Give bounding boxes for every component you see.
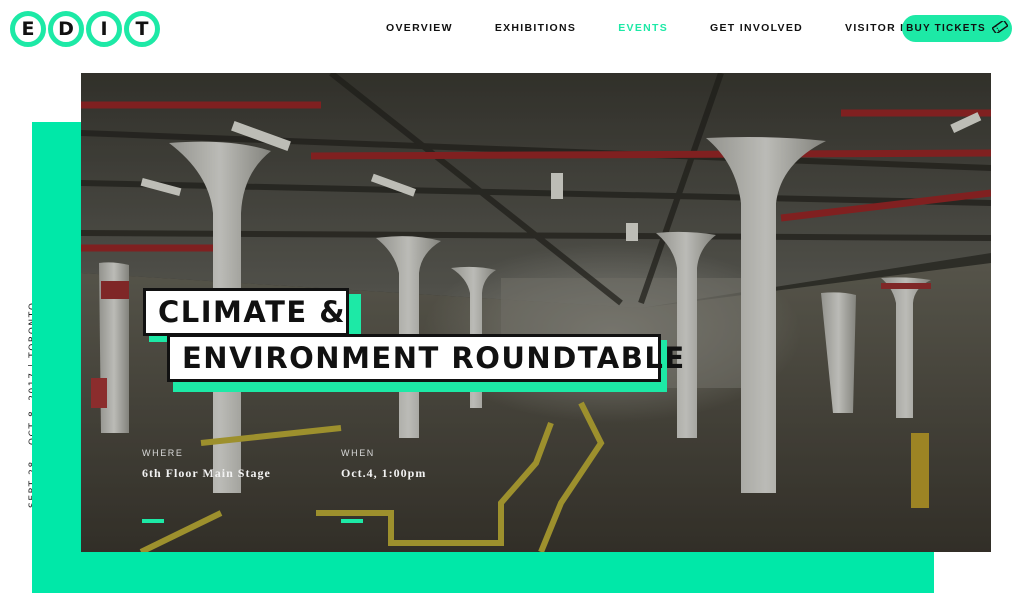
logo-letter-e: E xyxy=(10,11,46,47)
when-label: WHEN xyxy=(341,448,375,458)
where-accent-dash xyxy=(142,519,164,523)
main-nav: OVERVIEW EXHIBITIONS EVENTS GET INVOLVED… xyxy=(386,22,972,34)
edit-logo[interactable]: E D I T xyxy=(10,11,160,47)
logo-letter-i: I xyxy=(86,11,122,47)
where-label: WHERE xyxy=(142,448,184,458)
logo-letter-d: D xyxy=(48,11,84,47)
title-line-1: CLIMATE & xyxy=(143,288,349,336)
when-accent-dash xyxy=(341,519,363,523)
nav-item-overview[interactable]: OVERVIEW xyxy=(386,22,453,34)
when-value: Oct.4, 1:00pm xyxy=(341,466,427,480)
title-line-2: ENVIRONMENT ROUNDTABLE xyxy=(167,334,684,382)
nav-item-events[interactable]: EVENTS xyxy=(618,22,668,34)
buy-tickets-label: BUY TICKETS xyxy=(906,23,986,34)
ticket-icon xyxy=(991,19,1009,36)
logo-letter-t: T xyxy=(124,11,160,47)
nav-item-get-involved[interactable]: GET INVOLVED xyxy=(710,22,803,34)
nav-item-exhibitions[interactable]: EXHIBITIONS xyxy=(495,22,576,34)
where-value: 6th Floor Main Stage xyxy=(142,466,271,480)
buy-tickets-button[interactable]: BUY TICKETS xyxy=(902,15,1012,42)
